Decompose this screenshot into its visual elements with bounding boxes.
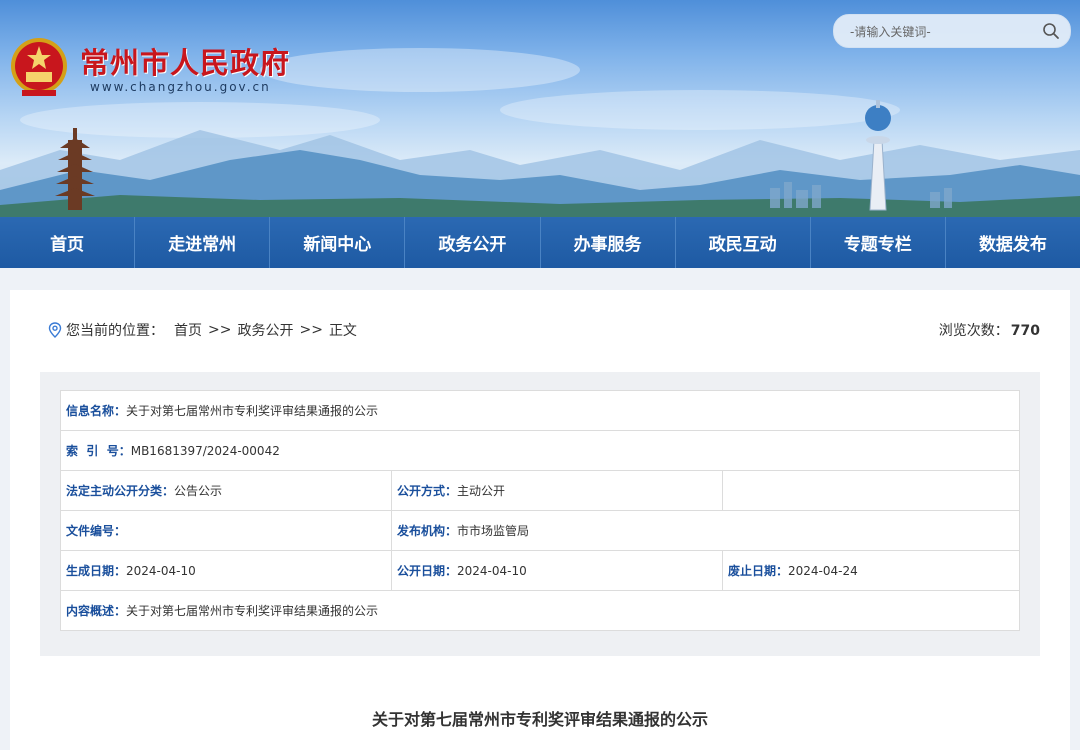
breadcrumb-current: 正文 xyxy=(328,323,357,339)
info-panel: 信息名称：关于对第七届常州市专利奖评审结果通报的公示 索 引 号：MB16813… xyxy=(40,372,1040,656)
search-box xyxy=(833,14,1071,48)
nav-item-news[interactable]: 新闻中心 xyxy=(270,217,406,268)
info-published-label: 公开日期： xyxy=(397,564,458,578)
info-index-cell: 索 引 号：MB1681397/2024-00042 xyxy=(60,430,1020,471)
table-row: 法定主动公开分类：公告公示 公开方式：主动公开 xyxy=(60,470,1020,511)
info-category-label: 法定主动公开分类： xyxy=(66,484,175,498)
nav-item-interaction[interactable]: 政民互动 xyxy=(676,217,811,268)
main-nav: 首页 走进常州 新闻中心 政务公开 办事服务 政民互动 专题专栏 数据发布 xyxy=(0,217,1080,268)
info-summary-cell: 内容概述：关于对第七届常州市专利奖评审结果通报的公示 xyxy=(60,590,1020,631)
info-org-cell: 发布机构：市市场监管局 xyxy=(391,510,1020,551)
info-empty-cell xyxy=(722,470,1020,511)
info-name-value: 关于对第七届常州市专利奖评审结果通报的公示 xyxy=(126,404,379,418)
breadcrumb-gov-affairs[interactable]: 政务公开 xyxy=(237,320,293,340)
table-row: 生成日期：2024-04-10 公开日期：2024-04-10 废止日期：202… xyxy=(60,550,1020,591)
article-title: 关于对第七届常州市专利奖评审结果通报的公示 xyxy=(371,710,708,729)
view-count-value: 770 xyxy=(1010,323,1040,339)
info-expire-value: 2024-04-24 xyxy=(788,564,858,578)
breadcrumb-separator: >> xyxy=(299,322,323,338)
info-method-cell: 公开方式：主动公开 xyxy=(391,470,723,511)
info-created-value: 2024-04-10 xyxy=(126,564,196,578)
info-docno-cell: 文件编号： xyxy=(60,510,392,551)
info-published-value: 2024-04-10 xyxy=(457,564,527,578)
info-expire-cell: 废止日期：2024-04-24 xyxy=(722,550,1020,591)
breadcrumb: 您当前的位置： 首页 >> 政务公开 >> 正文 xyxy=(48,320,357,340)
table-row: 内容概述：关于对第七届常州市专利奖评审结果通报的公示 xyxy=(60,590,1020,631)
view-count: 浏览次数： 770 xyxy=(939,320,1040,340)
nav-item-services[interactable]: 办事服务 xyxy=(541,217,676,268)
view-count-label: 浏览次数： xyxy=(938,323,1009,339)
table-row: 信息名称：关于对第七届常州市专利奖评审结果通报的公示 xyxy=(60,390,1020,431)
info-method-label: 公开方式： xyxy=(397,484,458,498)
breadcrumb-separator: >> xyxy=(208,322,232,338)
location-pin-icon xyxy=(48,322,62,338)
info-created-cell: 生成日期：2024-04-10 xyxy=(60,550,392,591)
nav-item-about[interactable]: 走进常州 xyxy=(135,217,271,268)
info-expire-label: 废止日期： xyxy=(728,564,789,578)
nav-item-topics[interactable]: 专题专栏 xyxy=(811,217,946,268)
info-summary-label: 内容概述： xyxy=(66,604,127,618)
site-title[interactable]: 常州市人民政府 xyxy=(80,40,290,82)
header-banner: 常州市人民政府 www.changzhou.gov.cn xyxy=(0,0,1080,217)
info-name-cell: 信息名称：关于对第七届常州市专利奖评审结果通报的公示 xyxy=(60,390,1020,431)
table-row: 索 引 号：MB1681397/2024-00042 xyxy=(60,430,1020,471)
nav-item-data[interactable]: 数据发布 xyxy=(946,217,1080,268)
info-org-value: 市市场监管局 xyxy=(457,524,530,538)
breadcrumb-prefix: 您当前的位置： xyxy=(66,323,164,339)
nav-item-gov-affairs[interactable]: 政务公开 xyxy=(405,217,541,268)
breadcrumb-home[interactable]: 首页 xyxy=(174,320,202,340)
national-emblem-icon xyxy=(8,36,70,100)
nav-item-home[interactable]: 首页 xyxy=(0,217,136,268)
info-docno-label: 文件编号： xyxy=(66,524,127,538)
search-icon[interactable] xyxy=(1042,22,1060,40)
info-category-cell: 法定主动公开分类：公告公示 xyxy=(60,470,392,511)
table-row: 文件编号： 发布机构：市市场监管局 xyxy=(60,510,1020,551)
info-created-label: 生成日期： xyxy=(66,564,127,578)
site-url: www.changzhou.gov.cn xyxy=(90,80,271,94)
search-input[interactable] xyxy=(848,21,1042,43)
info-table: 信息名称：关于对第七届常州市专利奖评审结果通报的公示 索 引 号：MB16813… xyxy=(60,390,1020,631)
info-published-cell: 公开日期：2024-04-10 xyxy=(391,550,723,591)
info-index-label: 索 引 号： xyxy=(66,444,131,458)
info-summary-value: 关于对第七届常州市专利奖评审结果通报的公示 xyxy=(126,604,379,618)
content-card: 您当前的位置： 首页 >> 政务公开 >> 正文 浏览次数： 770 信息名称：关… xyxy=(10,290,1070,750)
info-index-value: MB1681397/2024-00042 xyxy=(130,444,280,458)
info-category-value: 公告公示 xyxy=(174,484,223,498)
info-org-label: 发布机构： xyxy=(397,524,458,538)
info-method-value: 主动公开 xyxy=(457,484,506,498)
info-name-label: 信息名称： xyxy=(66,404,127,418)
